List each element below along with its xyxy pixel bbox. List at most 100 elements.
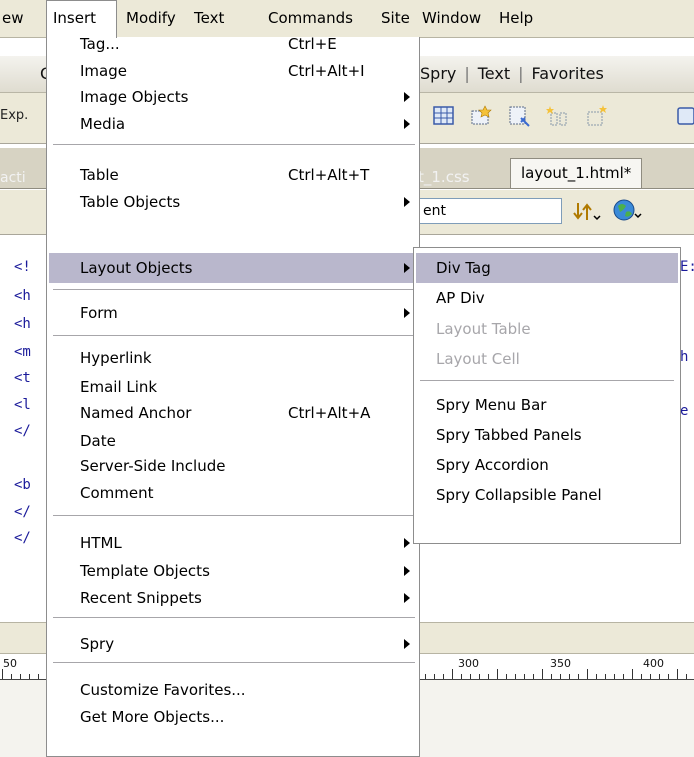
submenu-arrow-icon [404,639,410,649]
title-field[interactable]: ent [416,198,562,224]
menu-item-label: Media [80,115,126,133]
draw-ap-div-icon[interactable] [507,104,531,128]
submenu-item-spry-accordion[interactable]: Spry Accordion [416,450,678,480]
left-panel-tab[interactable]: acti [0,170,26,186]
layout-objects-submenu: Div Tag AP Div Layout Table Layout Cell … [413,247,681,544]
ruler-tick [2,669,3,679]
tab-text[interactable]: Text [478,64,510,83]
tab-separator: | [518,64,524,83]
submenu-item-spry-menu-bar[interactable]: Spry Menu Bar [416,390,678,420]
ruler-tick [542,669,543,679]
tab-favorites[interactable]: Favorites [532,64,604,83]
menu-item-get-more-objects[interactable]: Get More Objects... [49,702,417,732]
menu-item-image-objects[interactable]: Image Objects [49,82,417,112]
menu-item-label: Spry Accordion [436,456,549,474]
ruler-tick [677,669,678,679]
code-line: </ [14,504,31,520]
code-line: </ [14,423,31,439]
submenu-arrow-icon [404,197,410,207]
menu-item-shortcut: Ctrl+E [288,35,337,53]
menu-item-customize-favorites[interactable]: Customize Favorites... [49,675,417,705]
ruler-tick [623,674,624,679]
ruler-tick [29,674,30,679]
menu-item-named-anchor[interactable]: Named Anchor Ctrl+Alt+A [49,398,417,428]
ruler-tick [632,669,633,679]
menu-separator [53,335,415,336]
menu-item-layout-objects[interactable]: Layout Objects [49,253,417,283]
table-icon[interactable] [432,104,456,128]
submenu-arrow-icon [404,538,410,548]
menu-item-comment[interactable]: Comment [49,478,417,508]
ruler-tick [641,674,642,679]
menu-item-media[interactable]: Media [49,109,417,139]
menu-item-shortcut: Ctrl+Alt+T [288,166,370,184]
menu-item-label: Server-Side Include [80,457,226,475]
ruler-tick [488,674,489,679]
submenu-item-layout-cell: Layout Cell [416,344,678,374]
insert-menu: Tag... Ctrl+E Image Ctrl+Alt+I Image Obj… [46,35,420,757]
ruler-tick [587,669,588,679]
ruler-tick [686,674,687,679]
menu-help[interactable]: Help [493,0,539,38]
expanded-label[interactable]: Exp. [0,108,28,123]
menu-item-label: Form [80,304,118,322]
menu-view[interactable]: ew [0,0,30,38]
spry-tabbed-icon[interactable] [585,104,609,128]
more-icon[interactable] [676,104,694,128]
ruler-tick [506,674,507,679]
ruler-label: 400 [643,657,664,670]
ruler-tick [11,674,12,679]
menu-item-table-objects[interactable]: Table Objects [49,187,417,217]
code-line-end: h [680,349,689,365]
menu-item-form[interactable]: Form [49,298,417,328]
code-line-end: e [680,403,689,419]
code-line-end: E: [680,259,694,275]
menu-item-table[interactable]: Table Ctrl+Alt+T [49,160,417,190]
menu-item-hyperlink[interactable]: Hyperlink [49,343,417,373]
submenu-item-layout-table: Layout Table [416,314,678,344]
menu-item-label: AP Div [436,289,485,307]
menu-insert[interactable]: Insert [46,0,117,38]
submenu-item-spry-tabbed-panels[interactable]: Spry Tabbed Panels [416,420,678,450]
menu-item-html[interactable]: HTML [49,528,417,558]
file-management-icon[interactable] [572,200,602,224]
menu-separator [53,662,415,663]
menu-item-label: Layout Objects [80,259,193,277]
menu-item-label: HTML [80,534,122,552]
spry-menubar-icon[interactable] [546,104,570,128]
menu-item-label: Spry [80,635,115,653]
menu-item-label: Spry Menu Bar [436,396,547,414]
code-line: <! [14,259,31,275]
ruler-tick [38,674,39,679]
tab-separator: | [464,64,470,83]
submenu-item-ap-div[interactable]: AP Div [416,283,678,313]
menu-separator [420,380,674,381]
code-line: <m [14,344,31,360]
submenu-arrow-icon [404,119,410,129]
menu-separator [53,144,415,145]
submenu-item-div-tag[interactable]: Div Tag [416,253,678,283]
ruler-tick [452,669,453,679]
submenu-item-spry-collapsible-panel[interactable]: Spry Collapsible Panel [416,480,678,510]
doc-tab-css[interactable]: t_1.css [418,168,470,186]
ruler-label: 50 [3,657,17,670]
code-line: <b [14,477,31,493]
ruler-tick [443,674,444,679]
doc-tab-html[interactable]: layout_1.html* [510,158,643,188]
ruler-tick [20,674,21,679]
ruler-tick [479,674,480,679]
ruler-tick [470,674,471,679]
menu-item-label: Div Tag [436,259,491,277]
ruler-label: 350 [550,657,571,670]
menu-window[interactable]: Window [416,0,487,38]
menu-item-spry[interactable]: Spry [49,629,417,659]
menu-item-recent-snippets[interactable]: Recent Snippets [49,583,417,613]
menu-item-label: Hyperlink [80,349,152,367]
preview-browser-icon[interactable] [612,198,642,224]
menu-item-label: Customize Favorites... [80,681,246,699]
menu-item-template-objects[interactable]: Template Objects [49,556,417,586]
menu-item-server-side-include[interactable]: Server-Side Include [49,451,417,481]
tab-spry[interactable]: Spry [420,64,456,83]
submenu-arrow-icon [404,593,410,603]
insert-div-icon[interactable] [470,104,494,128]
